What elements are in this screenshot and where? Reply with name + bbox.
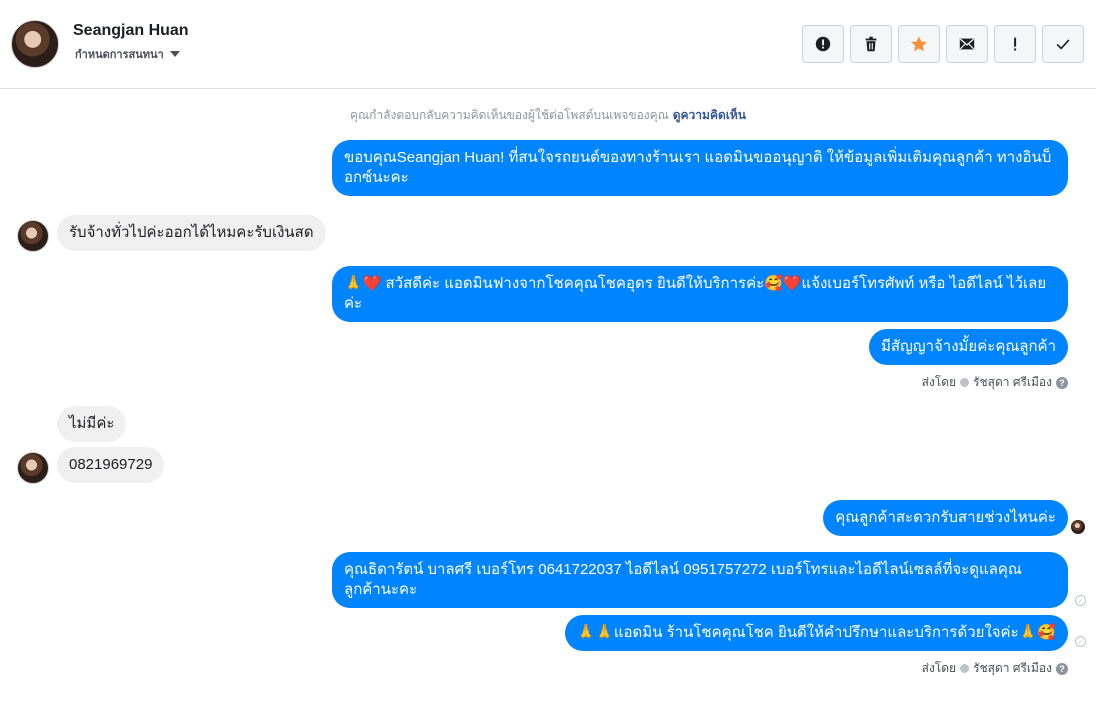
seen-avatar bbox=[1071, 520, 1085, 534]
message-bubble-incoming[interactable]: รับจ้างทั่วไปค่ะออกได้ไหมคะรับเงินสด bbox=[57, 215, 326, 251]
action-toolbar bbox=[802, 25, 1084, 63]
alert-circle-icon bbox=[815, 36, 831, 52]
conversation-header: Seangjan Huan กำหนดการสนทนา bbox=[0, 0, 1096, 89]
contact-avatar[interactable] bbox=[11, 20, 59, 68]
notice-text: คุณกำลังตอบกลับความคิดเห็นของผู้ใช้ต่อโพ… bbox=[350, 108, 669, 122]
star-icon bbox=[911, 36, 927, 52]
spam-button[interactable] bbox=[994, 25, 1036, 63]
mark-unread-button[interactable] bbox=[946, 25, 988, 63]
message-bubble-outgoing[interactable]: มีสัญญาจ้างมั้ยค่ะคุณลูกค้า bbox=[868, 329, 1068, 365]
conversation-settings-label: กำหนดการสนทนา bbox=[75, 49, 164, 61]
sent-by-info: ส่งโดย รัชสุดา ศรีเมือง ? bbox=[922, 373, 1068, 392]
delete-button[interactable] bbox=[850, 25, 892, 63]
star-button[interactable] bbox=[898, 25, 940, 63]
message-bubble-incoming[interactable]: 0821969729 bbox=[57, 447, 165, 483]
message-bubble-outgoing[interactable]: ขอบคุณSeangjan Huan! ที่สนใจรถยนต์ของทาง… bbox=[332, 140, 1068, 196]
exclamation-icon bbox=[1014, 37, 1017, 51]
mark-done-button[interactable] bbox=[1042, 25, 1084, 63]
message-bubble-outgoing[interactable]: คุณธิดารัตน์ บาลศรี เบอร์โทร 0641722037 … bbox=[332, 552, 1068, 608]
contact-avatar-small bbox=[17, 452, 49, 484]
sent-by-label: ส่งโดย bbox=[921, 375, 957, 389]
delivered-check-icon: ✓ bbox=[1075, 595, 1086, 606]
page-badge-icon bbox=[960, 378, 970, 387]
help-icon[interactable]: ? bbox=[1056, 376, 1068, 389]
help-icon[interactable]: ? bbox=[1056, 662, 1068, 675]
sent-by-info: ส่งโดย รัชสุดา ศรีเมือง ? bbox=[922, 659, 1068, 678]
delivered-check-icon: ✓ bbox=[1075, 636, 1086, 647]
message-bubble-outgoing[interactable]: คุณลูกค้าสะดวกรับสายช่วงไหนค่ะ bbox=[823, 500, 1068, 536]
message-bubble-incoming[interactable]: ไม่มีค่ะ bbox=[57, 406, 127, 442]
checkmark-icon bbox=[1056, 39, 1070, 50]
reply-context-notice: คุณกำลังตอบกลับความคิดเห็นของผู้ใช้ต่อโพ… bbox=[0, 106, 1096, 125]
page-badge-icon bbox=[960, 664, 970, 673]
report-button[interactable] bbox=[802, 25, 844, 63]
sent-by-label: ส่งโดย bbox=[921, 661, 957, 675]
envelope-icon bbox=[959, 38, 975, 50]
contact-name[interactable]: Seangjan Huan bbox=[73, 22, 189, 40]
caret-down-icon bbox=[169, 51, 180, 57]
trash-icon bbox=[865, 36, 877, 52]
sent-by-name[interactable]: รัชสุดา ศรีเมือง bbox=[973, 373, 1052, 392]
message-bubble-outgoing[interactable]: 🙏🙏แอดมิน ร้านโชคคุณโชค ยินดีให้คำปรึกษาแ… bbox=[564, 615, 1068, 651]
message-thread[interactable]: คุณกำลังตอบกลับความคิดเห็นของผู้ใช้ต่อโพ… bbox=[0, 90, 1096, 710]
contact-avatar-small bbox=[17, 220, 49, 252]
view-comment-link[interactable]: ดูความคิดเห็น bbox=[673, 108, 746, 122]
sent-by-name[interactable]: รัชสุดา ศรีเมือง bbox=[973, 659, 1052, 678]
conversation-settings-dropdown[interactable]: กำหนดการสนทนา bbox=[75, 45, 180, 63]
message-bubble-outgoing[interactable]: 🙏❤️ สวัสดีค่ะ แอดมินฟางจากโชคคุณโชคอุดร … bbox=[332, 266, 1068, 322]
